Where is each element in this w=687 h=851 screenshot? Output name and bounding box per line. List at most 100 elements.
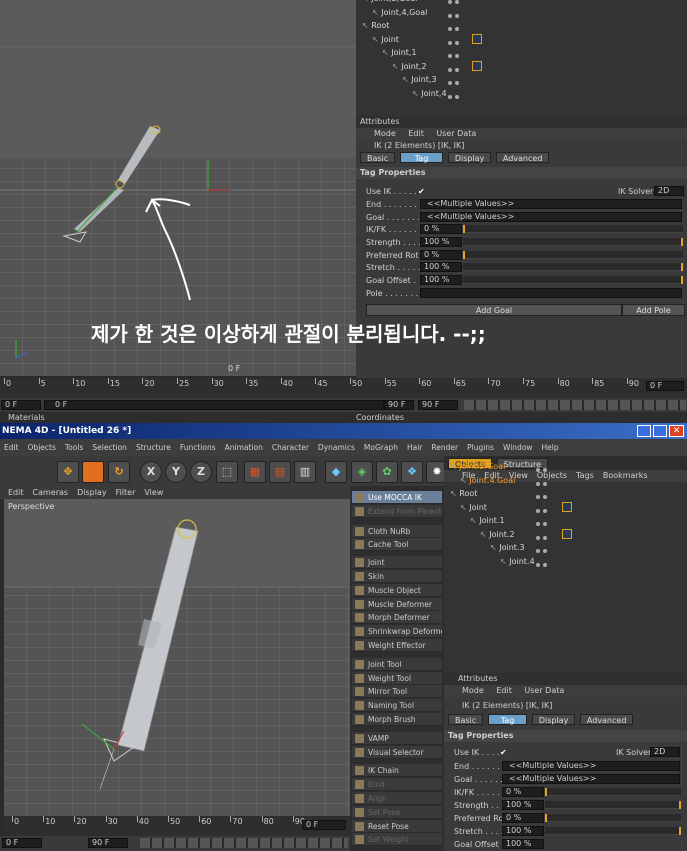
toolbar-scene-icon[interactable]: ❖ [401,461,423,483]
ikfk-slider[interactable] [463,225,683,233]
tree-item[interactable]: ↖ Joint [460,501,487,514]
menu-user-data-bottom[interactable]: User Data [524,686,564,695]
character-menu-item[interactable]: Use MOCCA IK [352,491,442,504]
visibility-dots[interactable] [448,36,462,45]
toolbar-z-axis[interactable]: Z [190,461,212,483]
ik-tag-icon[interactable] [562,501,572,512]
materials-tab[interactable]: Materials [8,413,45,422]
tree-item[interactable]: ↖ Root [450,487,477,500]
minimize-button[interactable] [637,425,651,437]
tree-item[interactable]: ↖ Root [362,19,389,32]
ikfk-field-bottom[interactable]: 0 % [502,787,544,797]
character-menu-item[interactable]: Mirror Tool [352,685,442,699]
preferred-rot-field[interactable]: 0 % [420,250,462,260]
close-button[interactable]: ✕ [669,425,684,437]
menu-mograph[interactable]: MoGraph [364,443,398,452]
bottom-ruler-frame-field[interactable]: 0 F [302,820,346,830]
tree-item[interactable]: ↖ Joint.3 [490,541,525,554]
ik-tag-icon[interactable] [562,528,572,539]
top-timeline-ruler[interactable]: 0 5 10 15 20 25 30 35 40 45 50 55 60 65 70 75 80 85 90 0 F [0,378,687,398]
tree-item[interactable]: ↖ Joint,4,Goal [372,6,427,19]
character-menu-item[interactable]: Joint [352,556,442,570]
character-menu-item[interactable]: VAMP [352,731,442,745]
frame-range-slider[interactable]: 0 F [44,400,384,410]
toolbar-rotate-icon[interactable]: ↻ [108,461,130,483]
character-menu-item[interactable]: Cloth NuRb [352,524,442,538]
goal-offset-field-bottom[interactable]: 100 % [502,839,544,849]
ik-solver-select[interactable]: 2D [654,186,684,196]
tree-item[interactable]: ↖ Joint,3 [402,73,437,86]
visibility-dots[interactable] [448,49,462,58]
goal-offset-slider[interactable] [463,276,683,284]
preferred-rot-field-bottom[interactable]: 0 % [502,813,544,823]
ik-tag-icon[interactable] [472,33,482,44]
menu-cameras[interactable]: Cameras [33,488,69,497]
character-menu-item[interactable]: Align [352,792,442,805]
tree-item[interactable]: ↖ Joint,4 [412,87,447,100]
toolbar-x-axis[interactable]: X [140,461,162,483]
toolbar-move-icon[interactable]: ✥ [57,461,79,483]
toolbar-render-settings-icon[interactable]: ▥ [294,461,316,483]
add-pole-button[interactable]: Add Pole [622,304,685,316]
end-field-bottom[interactable]: <<Multiple Values>> [502,761,680,771]
character-menu-item[interactable]: IK Chain [352,764,442,778]
bottom-playback-controls[interactable] [140,838,348,848]
visibility-dots[interactable] [448,76,462,85]
menu-functions[interactable]: Functions [180,443,216,452]
toolbar-render-view-icon[interactable]: ▤ [269,461,291,483]
add-goal-button[interactable]: Add Goal [366,304,622,316]
character-menu-item[interactable]: Set Pose [352,805,442,819]
toolbar-cube-icon[interactable]: ◆ [325,461,347,483]
stretch-slider[interactable] [463,263,683,271]
menu-render[interactable]: Render [431,443,458,452]
toolbar-render-icon[interactable]: ▦ [244,461,266,483]
tab-display[interactable]: Display [447,152,492,163]
visibility-dots[interactable] [536,463,550,472]
character-menu-item[interactable]: Muscle Deformer [352,597,442,611]
strength-field-bottom[interactable]: 100 % [502,800,544,810]
character-menu-item[interactable]: Skin [352,570,442,583]
max-frame-field[interactable]: 90 F [418,400,458,410]
playback-controls[interactable] [464,400,686,410]
goal-field-bottom[interactable]: <<Multiple Values>> [502,774,680,784]
character-menu-item[interactable]: Cache Tool [352,538,442,552]
menu-plugins[interactable]: Plugins [467,443,494,452]
menu-edit-bottom[interactable]: Edit [496,686,512,695]
visibility-dots[interactable] [536,558,550,567]
pole-field[interactable] [420,288,682,298]
use-ik-checkbox[interactable]: ✔ [418,186,425,197]
tree-item[interactable]: ↖ Joint,2 [392,60,427,73]
menu-objects[interactable]: Objects [28,443,56,452]
character-menu-item[interactable]: Muscle Object [352,583,442,597]
tab-basic[interactable]: Basic [360,152,396,163]
toolbar-y-axis[interactable]: Y [165,461,187,483]
visibility-dots[interactable] [536,531,550,540]
tab-basic-bottom[interactable]: Basic [448,714,484,725]
character-menu-item[interactable]: Weight Tool [352,671,442,685]
goal-field[interactable]: <<Multiple Values>> [420,212,682,222]
ik-solver-select-bottom[interactable]: 2D [650,747,680,757]
menu-bookmarks[interactable]: Bookmarks [603,471,648,480]
bottom-end-frame-field[interactable]: 90 F [88,838,128,848]
character-menu-item[interactable]: Extend From Parent [352,504,442,518]
use-ik-checkbox-bottom[interactable]: ✔ [500,747,507,758]
menu-view[interactable]: View [144,488,163,497]
toolbar-deformer-icon[interactable]: ✿ [376,461,398,483]
ikfk-slider-bottom[interactable] [545,788,681,796]
tree-item[interactable]: ↖ Joint,2,Goal [362,0,417,5]
menu-tags[interactable]: Tags [576,471,594,480]
visibility-dots[interactable] [448,9,462,18]
tree-item[interactable]: ↖ Joint.4.Goal [460,474,515,487]
toolbar-coord-icon[interactable]: ⬚ [216,461,238,483]
preferred-rot-slider[interactable] [463,251,683,259]
tab-display-bottom[interactable]: Display [531,714,576,725]
end-frame-field[interactable]: 90 F [384,400,414,410]
menu-display[interactable]: Display [77,488,107,497]
character-menu-item[interactable]: Shrinkwrap Deformer [352,625,442,639]
menu-mode-bottom[interactable]: Mode [462,686,484,695]
strength-field[interactable]: 100 % [420,237,462,247]
tree-item[interactable]: ↖ Joint.1 [470,514,505,527]
tree-item[interactable]: ↖ Joint.2.Goal [450,460,505,473]
visibility-dots[interactable] [448,90,462,99]
visibility-dots[interactable] [448,0,462,4]
